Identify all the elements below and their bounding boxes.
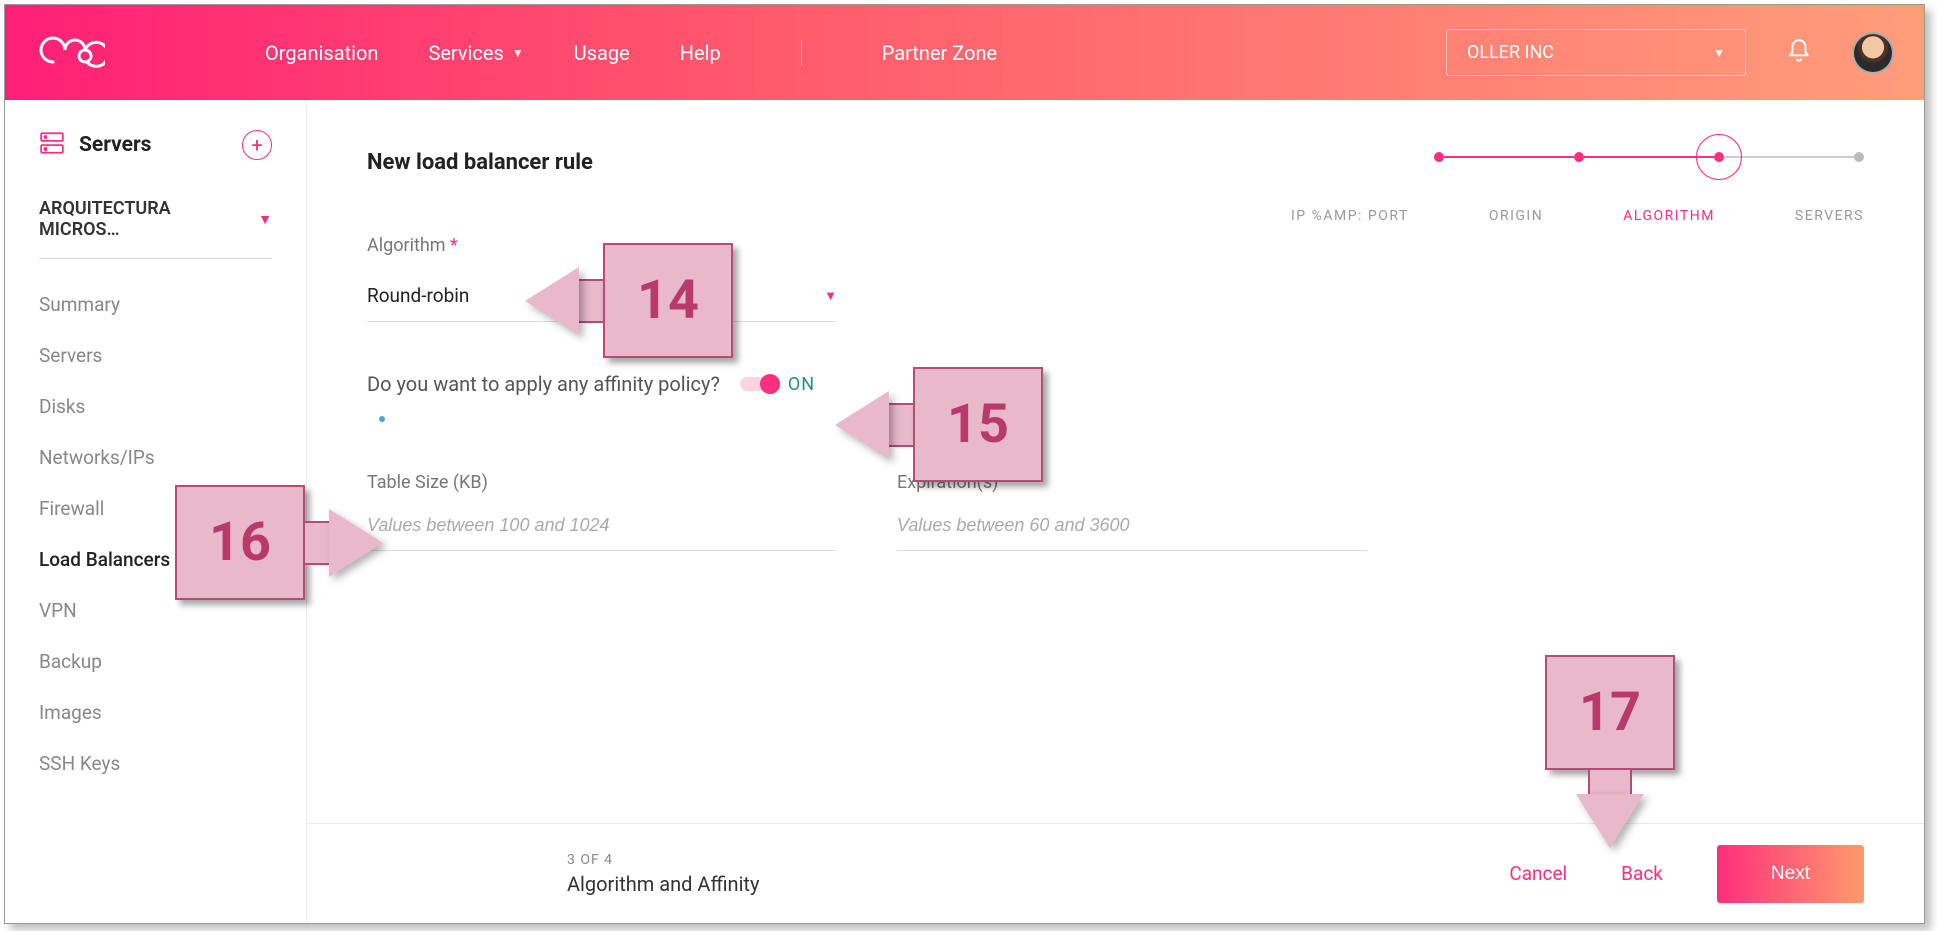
add-server-button[interactable]: + — [242, 130, 272, 160]
affinity-question-label: Do you want to apply any affinity policy… — [367, 372, 720, 396]
algorithm-label: Algorithm * — [367, 235, 458, 256]
toggle-knob — [760, 374, 780, 394]
table-size-input[interactable] — [367, 505, 837, 551]
expiration-input[interactable] — [897, 505, 1367, 551]
step-label-2: ORIGIN — [1489, 208, 1543, 224]
main-area: New load balancer rule IP %AMP: PORT ORI… — [307, 100, 1924, 923]
wizard-footer: 3 OF 4 Algorithm and Affinity Cancel Bac… — [307, 823, 1924, 923]
footer-step-count: 3 OF 4 — [567, 852, 759, 868]
algorithm-value: Round-robin — [367, 284, 469, 307]
info-dot-icon — [379, 416, 385, 422]
expiration-label: Expiration(s) — [897, 472, 1367, 493]
architecture-selector[interactable]: ARQUITECTURA MICROS… ▼ — [39, 198, 272, 250]
org-selector-label: OLLER INC — [1467, 42, 1554, 63]
sidebar-item-disks[interactable]: Disks — [5, 381, 306, 432]
sidebar-title: Servers — [79, 133, 151, 157]
notifications-icon[interactable] — [1786, 38, 1812, 68]
divider — [39, 258, 272, 259]
step-line — [1724, 156, 1854, 158]
step-label-4: SERVERS — [1795, 208, 1864, 224]
toggle-state-label: ON — [788, 374, 815, 395]
step-line — [1444, 156, 1574, 158]
sidebar-item-networks[interactable]: Networks/IPs — [5, 432, 306, 483]
footer-step-name: Algorithm and Affinity — [567, 872, 759, 896]
logo[interactable] — [35, 30, 245, 76]
servers-icon — [39, 130, 65, 160]
nav-organisation[interactable]: Organisation — [265, 41, 378, 65]
back-button[interactable]: Back — [1621, 862, 1663, 885]
nav-usage[interactable]: Usage — [574, 41, 630, 65]
architecture-selector-label: ARQUITECTURA MICROS… — [39, 198, 248, 240]
chevron-down-icon: ▼ — [258, 211, 272, 228]
nav-divider — [801, 40, 802, 66]
table-size-label: Table Size (KB) — [367, 472, 837, 493]
step-label-1: IP %AMP: PORT — [1291, 208, 1409, 224]
next-button[interactable]: Next — [1717, 845, 1864, 903]
chevron-down-icon: ▼ — [512, 46, 524, 60]
sidebar-item-ssh-keys[interactable]: SSH Keys — [5, 738, 306, 789]
nav-partner-zone[interactable]: Partner Zone — [882, 41, 997, 65]
org-selector[interactable]: OLLER INC ▼ — [1446, 29, 1746, 76]
user-avatar[interactable] — [1852, 32, 1894, 74]
sidebar-item-images[interactable]: Images — [5, 687, 306, 738]
sidebar-item-firewall[interactable]: Firewall — [5, 483, 306, 534]
cancel-button[interactable]: Cancel — [1509, 862, 1567, 885]
sidebar-item-backup[interactable]: Backup — [5, 636, 306, 687]
toggle-track — [740, 377, 776, 391]
nav-help[interactable]: Help — [680, 41, 721, 65]
top-nav: Organisation Services ▼ Usage Help Partn… — [5, 5, 1924, 100]
affinity-toggle[interactable]: ON — [740, 374, 815, 395]
cloud-logo-icon — [35, 30, 105, 76]
sidebar: Servers + ARQUITECTURA MICROS… ▼ Summary… — [5, 100, 307, 923]
step-dot-2 — [1574, 152, 1584, 162]
algorithm-select[interactable]: Round-robin ▼ — [367, 274, 837, 322]
step-label-3: ALGORITHM — [1623, 208, 1715, 224]
wizard-stepper — [1434, 152, 1864, 162]
nav-services[interactable]: Services ▼ — [428, 41, 523, 65]
wizard-step-labels: IP %AMP: PORT ORIGIN ALGORITHM SERVERS — [1291, 208, 1864, 224]
chevron-down-icon: ▼ — [824, 288, 837, 304]
sidebar-item-summary[interactable]: Summary — [5, 279, 306, 330]
sidebar-menu: Summary Servers Disks Networks/IPs Firew… — [5, 279, 306, 789]
sidebar-item-servers[interactable]: Servers — [5, 330, 306, 381]
step-dot-3-current — [1714, 152, 1724, 162]
chevron-down-icon: ▼ — [1713, 46, 1725, 60]
step-dot-4 — [1854, 152, 1864, 162]
sidebar-item-vpn[interactable]: VPN — [5, 585, 306, 636]
step-line — [1584, 156, 1714, 158]
step-dot-1 — [1434, 152, 1444, 162]
sidebar-item-load-balancers[interactable]: Load Balancers — [5, 534, 306, 585]
